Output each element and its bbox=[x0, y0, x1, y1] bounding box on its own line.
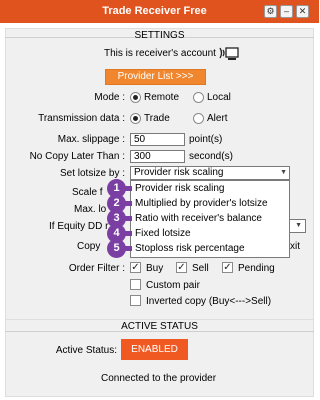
order-filter-label: Order Filter : bbox=[68, 263, 125, 274]
max-lot-label: Max. lo bbox=[74, 204, 107, 215]
mode-remote-label: Remote bbox=[144, 92, 180, 103]
active-status-label: Active Status: bbox=[55, 345, 117, 356]
provider-list-button[interactable]: Provider List >>> bbox=[105, 69, 206, 85]
filter-buy-checkbox[interactable]: ✓ bbox=[130, 262, 141, 273]
settings-section-title: SETTINGS bbox=[134, 30, 185, 41]
window-title: Trade Receiver Free bbox=[102, 5, 207, 17]
max-slippage-unit: point(s) bbox=[189, 134, 223, 145]
no-copy-later-input[interactable]: 300 bbox=[130, 150, 185, 163]
no-copy-later-unit: second(s) bbox=[189, 151, 233, 162]
minimize-icon[interactable]: – bbox=[280, 5, 293, 18]
lotsize-option-ratio-balance[interactable]: Ratio with receiver's balance bbox=[131, 211, 289, 226]
filter-pending-checkbox[interactable]: ✓ bbox=[222, 262, 233, 273]
connection-status-text: Connected to the provider bbox=[101, 373, 217, 384]
no-copy-later-label: No Copy Later Than : bbox=[29, 151, 125, 162]
callout-badge-5: 5 bbox=[107, 239, 126, 258]
account-text: This is receiver's account bbox=[104, 48, 216, 59]
max-slippage-input[interactable]: 50 bbox=[130, 133, 185, 146]
equity-dd-label: If Equity DD r bbox=[49, 221, 109, 232]
lotsize-selected-value: Provider risk scaling bbox=[134, 167, 224, 178]
transmission-alert-radio[interactable] bbox=[193, 113, 204, 124]
mode-label: Mode : bbox=[94, 92, 125, 103]
lotsize-select[interactable]: Provider risk scaling ▼ bbox=[130, 166, 290, 180]
gear-icon[interactable]: ⚙ bbox=[264, 5, 277, 18]
lotsize-label: Set lotsize by : bbox=[59, 168, 125, 179]
inverted-copy-label: Inverted copy (Buy<--->Sell) bbox=[146, 296, 272, 307]
mode-local-radio[interactable] bbox=[193, 92, 204, 103]
lotsize-dropdown-list: Provider risk scaling Multiplied by prov… bbox=[130, 180, 290, 258]
enabled-button[interactable]: ENABLED bbox=[121, 339, 188, 360]
title-bar: Trade Receiver Free ⚙ – ✕ bbox=[0, 0, 319, 23]
active-status-section-title: ACTIVE STATUS bbox=[121, 321, 198, 332]
filter-buy-label: Buy bbox=[146, 263, 164, 274]
inverted-copy-checkbox[interactable] bbox=[130, 295, 141, 306]
filter-sell-checkbox[interactable]: ✓ bbox=[176, 262, 187, 273]
scale-factor-label: Scale f bbox=[72, 187, 103, 198]
lotsize-option-stoploss[interactable]: Stoploss risk percentage bbox=[131, 241, 289, 256]
custom-pair-checkbox[interactable] bbox=[130, 279, 141, 290]
lotsize-option-fixed[interactable]: Fixed lotsize bbox=[131, 226, 289, 241]
lotsize-option-multiplied[interactable]: Multiplied by provider's lotsize bbox=[131, 196, 289, 211]
lotsize-option-provider-risk[interactable]: Provider risk scaling bbox=[131, 181, 289, 196]
close-icon[interactable]: ✕ bbox=[296, 5, 309, 18]
transmission-trade-label: Trade bbox=[144, 113, 170, 124]
mode-remote-radio[interactable] bbox=[130, 92, 141, 103]
transmission-trade-radio[interactable] bbox=[130, 113, 141, 124]
filter-pending-label: Pending bbox=[238, 263, 275, 274]
remote-monitor-icon bbox=[219, 47, 239, 60]
custom-pair-label: Custom pair bbox=[146, 280, 200, 291]
copy-label: Copy bbox=[77, 241, 101, 252]
max-slippage-label: Max. slippage : bbox=[57, 134, 125, 145]
transmission-label: Transmission data : bbox=[38, 113, 125, 124]
chevron-down-icon: ▼ bbox=[295, 222, 302, 229]
transmission-alert-label: Alert bbox=[207, 113, 228, 124]
mode-local-label: Local bbox=[207, 92, 231, 103]
copy-exit-label: xit bbox=[290, 241, 300, 252]
filter-sell-label: Sell bbox=[192, 263, 209, 274]
chevron-down-icon: ▼ bbox=[280, 169, 287, 176]
